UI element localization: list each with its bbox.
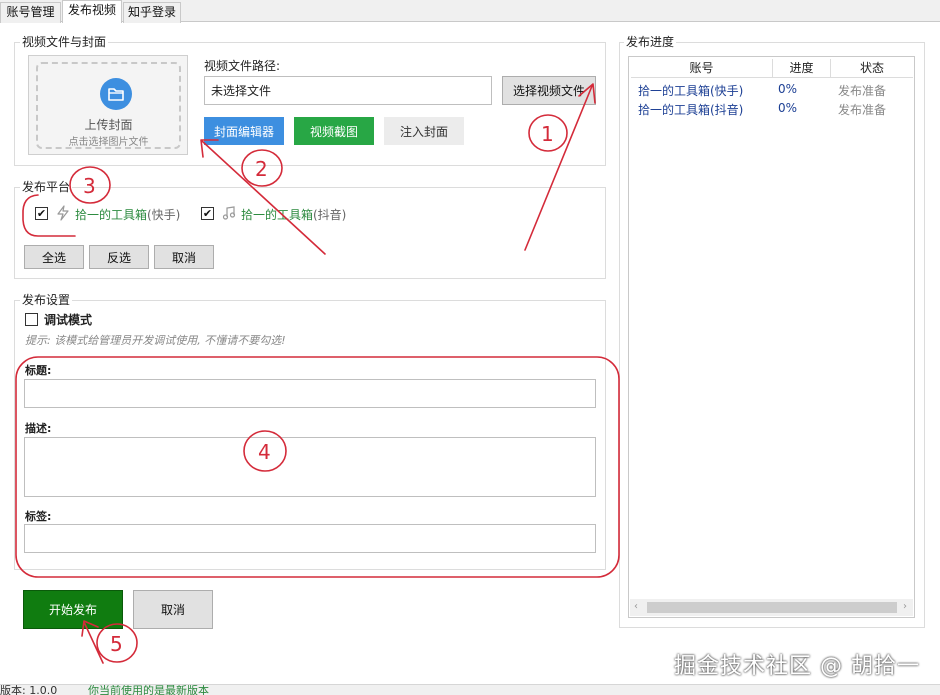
progress-table: 账号 进度 状态 拾一的工具箱(快手) 0% 发布准备 拾一的工具箱(抖音) 0… bbox=[628, 56, 915, 618]
upload-cover-title: 上传封面 bbox=[84, 118, 133, 132]
debug-mode-checkbox[interactable] bbox=[25, 313, 38, 326]
description-label: 描述: bbox=[25, 422, 52, 435]
scroll-right-icon[interactable]: › bbox=[903, 601, 907, 612]
lightning-icon bbox=[54, 204, 72, 225]
clear-selection-button[interactable]: 取消 bbox=[154, 245, 214, 269]
debug-mode-label: 调试模式 bbox=[44, 313, 93, 327]
platform-checkbox-kuaishou[interactable]: ✔ bbox=[35, 207, 48, 220]
progress-group-title: 发布进度 bbox=[624, 35, 677, 49]
select-all-button[interactable]: 全选 bbox=[24, 245, 84, 269]
scroll-left-icon[interactable]: ‹ bbox=[634, 601, 638, 612]
row-0-account: 拾一的工具箱(快手) bbox=[638, 84, 744, 98]
scrollbar-thumb[interactable] bbox=[647, 602, 897, 613]
folder-icon bbox=[100, 78, 132, 110]
tab-publish-video[interactable]: 发布视频 bbox=[62, 0, 122, 23]
row-1-progress: 0% bbox=[778, 101, 798, 115]
tags-label: 标签: bbox=[25, 510, 52, 523]
invert-selection-button[interactable]: 反选 bbox=[89, 245, 149, 269]
watermark: 掘金技术社区 @ 胡拾一 bbox=[674, 654, 920, 679]
title-label: 标题: bbox=[25, 364, 52, 377]
description-textarea[interactable] bbox=[24, 437, 596, 497]
horizontal-scrollbar[interactable]: ‹ › bbox=[630, 599, 913, 616]
platform-name-kuaishou: 拾一的工具箱 bbox=[75, 208, 148, 222]
cover-upload-area[interactable]: 上传封面 点击选择图片文件 bbox=[28, 55, 188, 155]
row-1-account: 拾一的工具箱(抖音) bbox=[638, 103, 744, 117]
status-bar: 版本: 1.0.0 你当前使用的是最新版本 bbox=[0, 684, 940, 695]
video-path-input[interactable]: 未选择文件 bbox=[204, 76, 492, 105]
platform-type-kuaishou: (快手) bbox=[147, 208, 181, 222]
video-file-group-title: 视频文件与封面 bbox=[20, 35, 109, 49]
row-0-status: 发布准备 bbox=[838, 84, 887, 98]
version-label: 版本: 1.0.0 bbox=[0, 684, 58, 695]
inject-cover-button[interactable]: 注入封面 bbox=[384, 117, 464, 145]
row-1-status: 发布准备 bbox=[838, 103, 887, 117]
column-header-status[interactable]: 状态 bbox=[831, 59, 913, 78]
platform-group-title: 发布平台 bbox=[20, 180, 73, 194]
row-0-progress: 0% bbox=[778, 82, 798, 96]
settings-group-title: 发布设置 bbox=[20, 293, 73, 307]
tags-input[interactable] bbox=[24, 524, 596, 553]
cover-editor-button[interactable]: 封面编辑器 bbox=[204, 117, 284, 145]
annotation-5: 5 bbox=[110, 632, 123, 656]
tab-zhihu-login[interactable]: 知乎登录 bbox=[123, 2, 181, 23]
column-header-account[interactable]: 账号 bbox=[631, 59, 773, 78]
debug-mode-hint: 提示: 该模式给管理员开发调试使用, 不懂请不要勾选! bbox=[25, 334, 286, 347]
platform-type-douyin: (抖音) bbox=[313, 208, 347, 222]
tab-account-manage[interactable]: 账号管理 bbox=[0, 2, 61, 23]
music-note-icon bbox=[220, 204, 238, 225]
choose-video-button[interactable]: 选择视频文件 bbox=[502, 76, 596, 105]
cover-upload-dropzone[interactable]: 上传封面 点击选择图片文件 bbox=[36, 62, 181, 149]
update-message: 你当前使用的是最新版本 bbox=[88, 684, 209, 695]
video-screenshot-button[interactable]: 视频截图 bbox=[294, 117, 374, 145]
cancel-publish-button[interactable]: 取消 bbox=[133, 590, 213, 629]
start-publish-button[interactable]: 开始发布 bbox=[23, 590, 123, 629]
upload-cover-hint: 点击选择图片文件 bbox=[68, 137, 149, 148]
title-input[interactable] bbox=[24, 379, 596, 408]
platform-checkbox-douyin[interactable]: ✔ bbox=[201, 207, 214, 220]
column-header-progress[interactable]: 进度 bbox=[773, 59, 831, 78]
platform-name-douyin: 拾一的工具箱 bbox=[241, 208, 314, 222]
video-path-label: 视频文件路径: bbox=[204, 59, 281, 73]
